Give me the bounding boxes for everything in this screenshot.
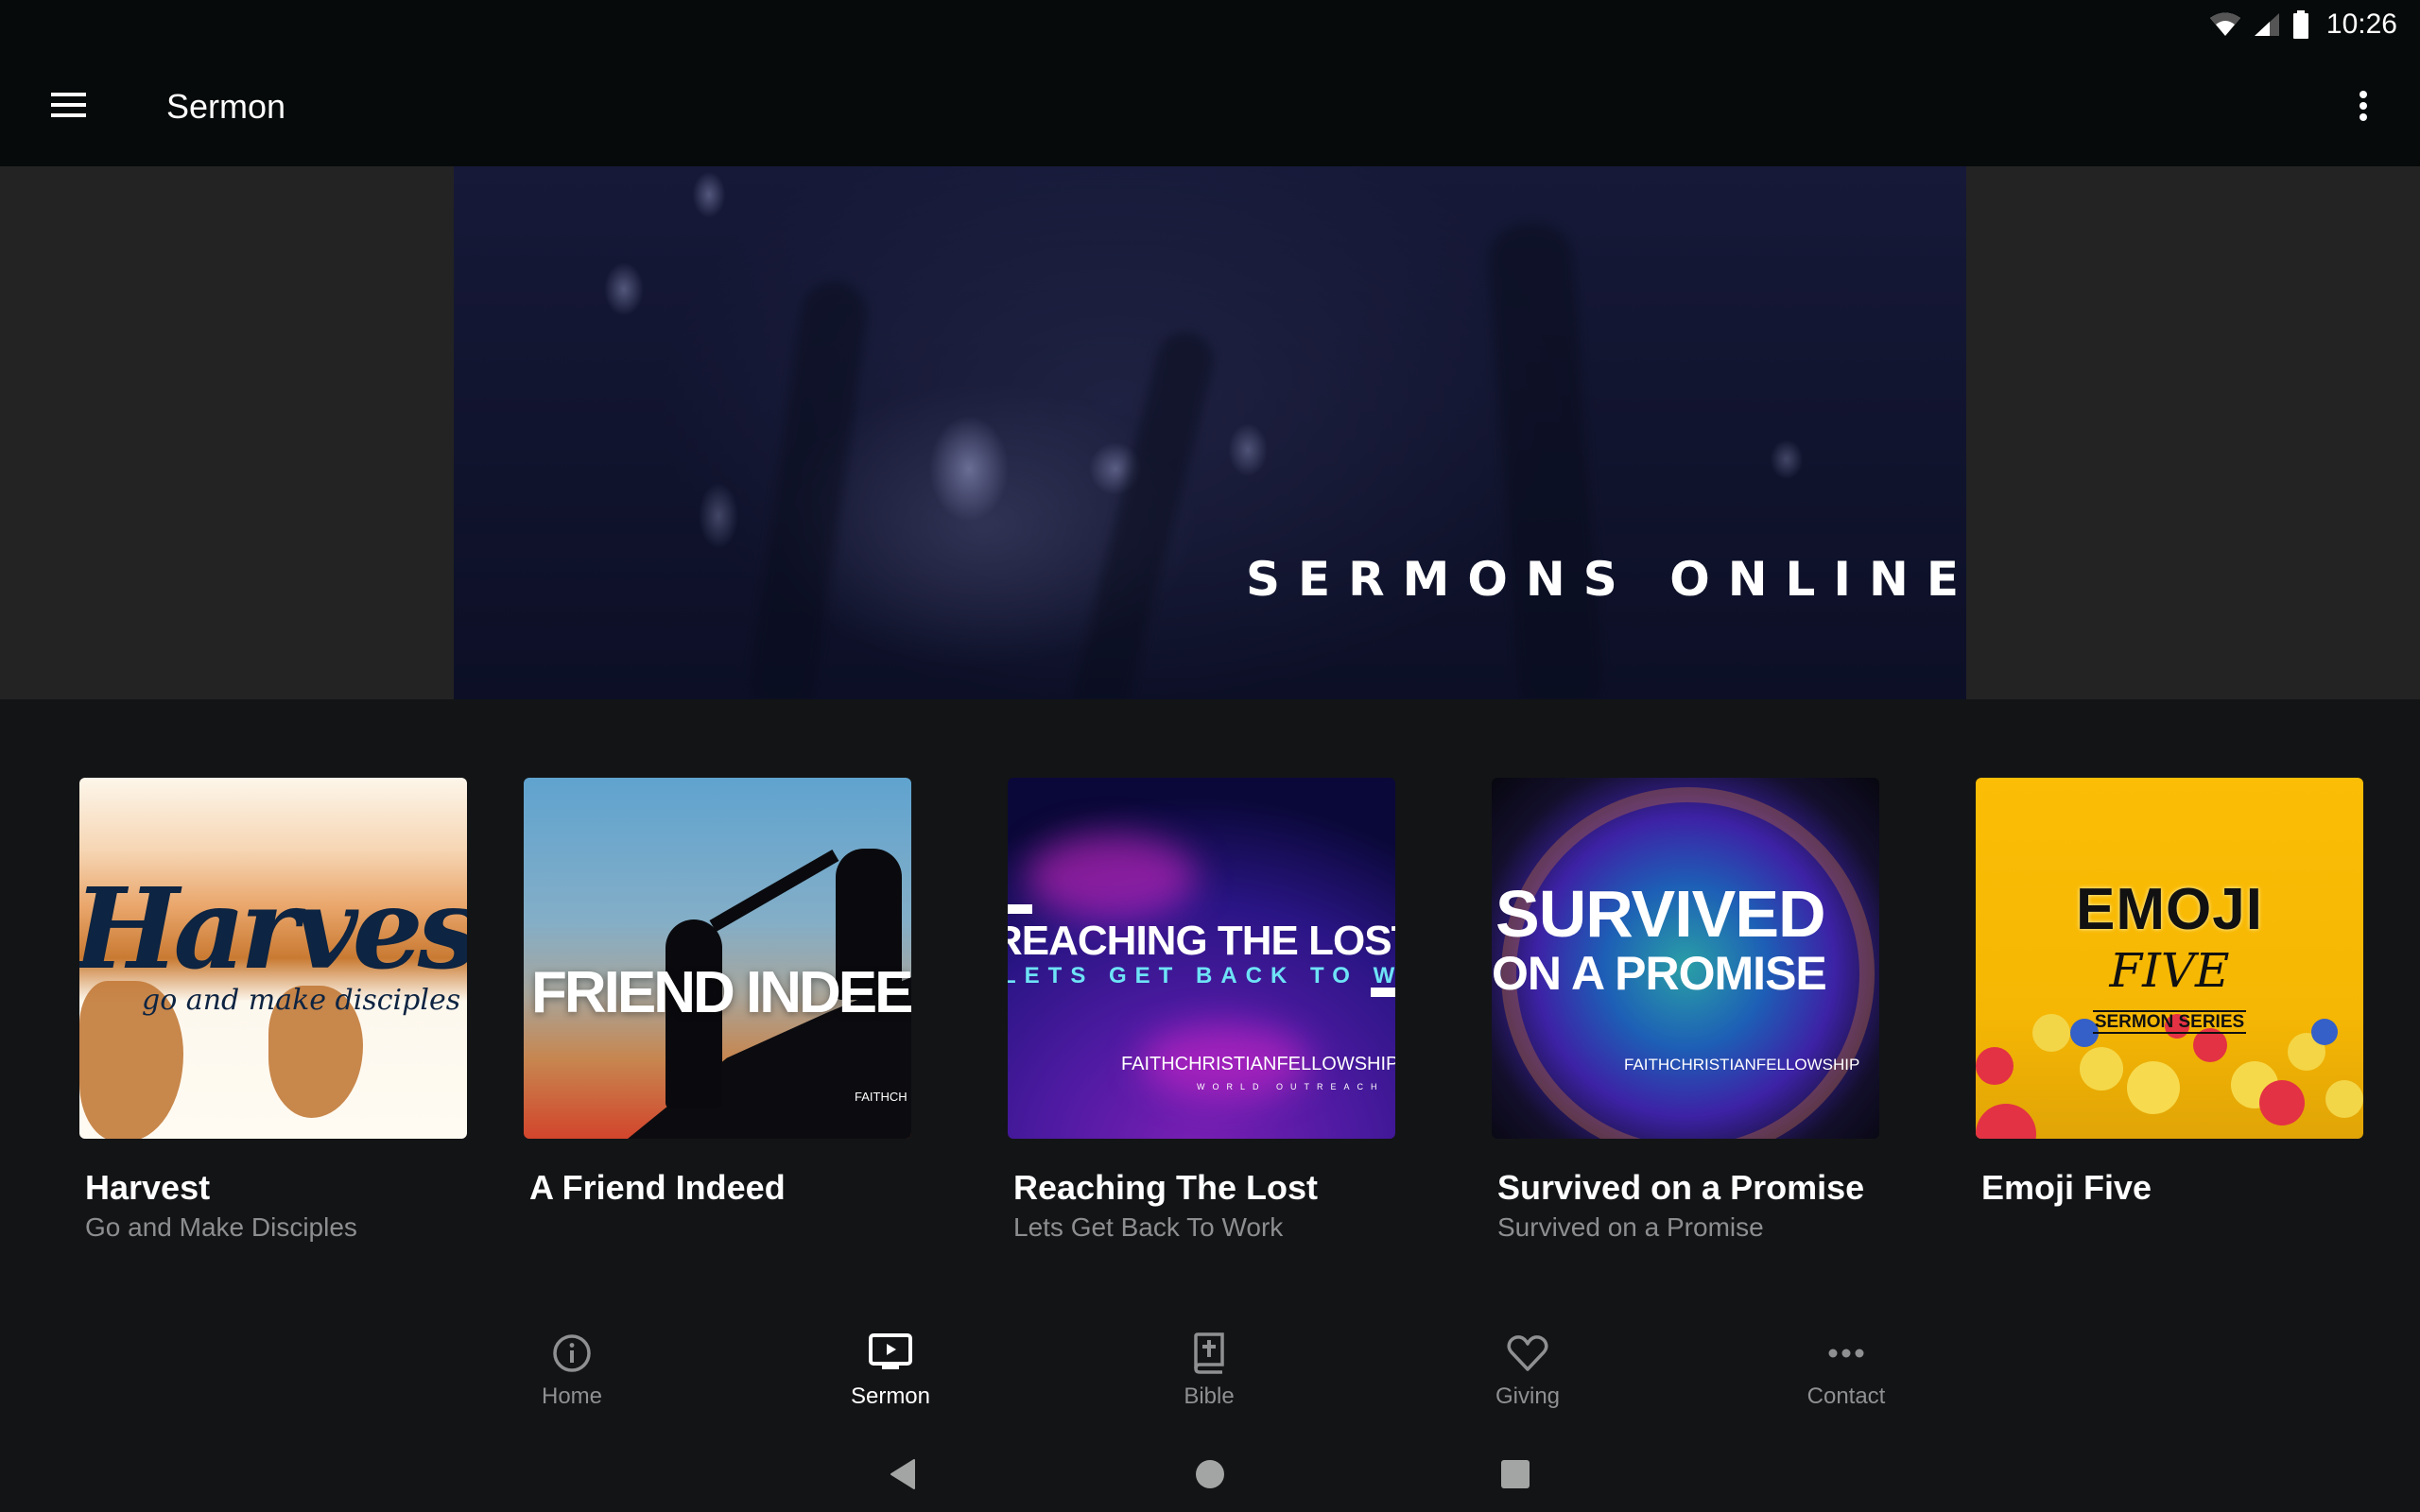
recents-square-icon	[1501, 1460, 1530, 1488]
info-circle-icon	[553, 1334, 591, 1372]
art-headline: Harvest	[79, 863, 467, 994]
sermon-card[interactable]: REACHING THE LOST LETS GET BACK TO WORK …	[1008, 778, 1395, 1246]
art-headline: FRIEND INDEE	[531, 960, 911, 1025]
sermon-card[interactable]: SURVIVED ON A PROMISE FAITHCHRISTIANFELL…	[1492, 778, 1879, 1246]
wifi-icon	[2209, 12, 2240, 36]
bible-icon	[1194, 1332, 1224, 1374]
nav-home[interactable]: Home	[458, 1314, 685, 1427]
banner-area: SERMONS ONLINE	[0, 166, 2420, 699]
church-logo: FAITHCHRISTIANFELLOWSHIP	[1121, 1054, 1395, 1074]
banner-image[interactable]: SERMONS ONLINE	[454, 166, 1966, 699]
sermon-thumbnail: EMOJI FIVE SERMON SERIES	[1976, 778, 2363, 1139]
sermon-thumbnail: FRIEND INDEE FAITHCH	[524, 778, 911, 1139]
sermon-thumbnail: REACHING THE LOST LETS GET BACK TO WORK …	[1008, 778, 1395, 1139]
status-time: 10:26	[2325, 9, 2397, 40]
nav-bible[interactable]: Bible	[1096, 1314, 1322, 1427]
art-headline: SURVIVED	[1495, 877, 1826, 951]
sermon-list: Harvest go and make disciples Harvest Go…	[0, 778, 2420, 1269]
sermon-thumbnail: SURVIVED ON A PROMISE FAITHCHRISTIANFELL…	[1492, 778, 1879, 1139]
heart-icon	[1507, 1335, 1548, 1371]
art-tagline: LETS GET BACK TO WORK	[1008, 963, 1395, 988]
back-triangle-icon	[890, 1459, 915, 1489]
system-nav-bar	[0, 1427, 2420, 1512]
tv-play-icon	[869, 1333, 912, 1369]
nav-sermon[interactable]: Sermon	[777, 1314, 1004, 1427]
art-headline-2: ON A PROMISE	[1492, 947, 1827, 1000]
sermon-card[interactable]: FRIEND INDEE FAITHCH A Friend Indeed	[524, 778, 911, 1209]
sermon-title: A Friend Indeed	[529, 1168, 786, 1207]
sermon-title: Emoji Five	[1981, 1168, 2152, 1207]
system-recents-button[interactable]	[1487, 1446, 1544, 1503]
sermon-title: Harvest	[85, 1168, 211, 1207]
home-circle-icon	[1196, 1460, 1224, 1488]
banner-title: SERMONS ONLINE	[1246, 552, 1966, 607]
art-tagline: go and make disciples	[142, 984, 461, 1017]
sermon-title: Survived on a Promise	[1497, 1168, 1865, 1207]
nav-label: Giving	[1495, 1383, 1561, 1409]
sermon-card[interactable]: EMOJI FIVE SERMON SERIES Emoji Five	[1976, 778, 2363, 1209]
nav-label: Sermon	[850, 1383, 931, 1409]
art-tagline: SERMON SERIES	[2092, 1010, 2247, 1034]
cell-signal-icon	[2254, 13, 2279, 36]
art-headline: REACHING THE LOST	[1008, 918, 1395, 964]
more-vert-icon[interactable]	[2344, 83, 2382, 129]
sermon-subtitle: Go and Make Disciples	[85, 1212, 357, 1242]
system-back-button[interactable]	[874, 1446, 931, 1503]
sermon-thumbnail: Harvest go and make disciples	[79, 778, 467, 1139]
system-home-button[interactable]	[1182, 1446, 1238, 1503]
church-logo: FAITHCHRISTIANFELLOWSHIP	[1624, 1056, 1860, 1074]
sermon-card[interactable]: Harvest go and make disciples Harvest Go…	[79, 778, 467, 1246]
app-bar: 10:26 Sermon	[0, 0, 2420, 166]
art-headline-2: FIVE	[2109, 943, 2230, 998]
sermon-subtitle: Lets Get Back To Work	[1013, 1212, 1284, 1242]
nav-label: Home	[541, 1383, 603, 1409]
more-horiz-icon	[1828, 1349, 1864, 1358]
church-logo: FAITHCH	[855, 1090, 908, 1104]
nav-giving[interactable]: Giving	[1414, 1314, 1641, 1427]
nav-label: Contact	[1806, 1383, 1886, 1409]
sermon-subtitle: Survived on a Promise	[1497, 1212, 1764, 1242]
church-logo-sub: WORLD OUTREACH	[1197, 1082, 1385, 1091]
art-headline: EMOJI	[2076, 877, 2263, 942]
hamburger-menu-icon[interactable]	[38, 77, 98, 132]
status-bar: 10:26	[2209, 8, 2397, 42]
bottom-nav: Home Sermon Bible Giving Contact	[0, 1314, 2420, 1427]
nav-label: Bible	[1184, 1383, 1235, 1409]
app-root: 10:26 Sermon SERMONS ONLINE Harvest go a…	[0, 0, 2420, 1512]
nav-contact[interactable]: Contact	[1733, 1314, 1960, 1427]
battery-icon	[2292, 10, 2308, 39]
page-title: Sermon	[166, 87, 286, 126]
sermon-title: Reaching The Lost	[1013, 1168, 1319, 1207]
